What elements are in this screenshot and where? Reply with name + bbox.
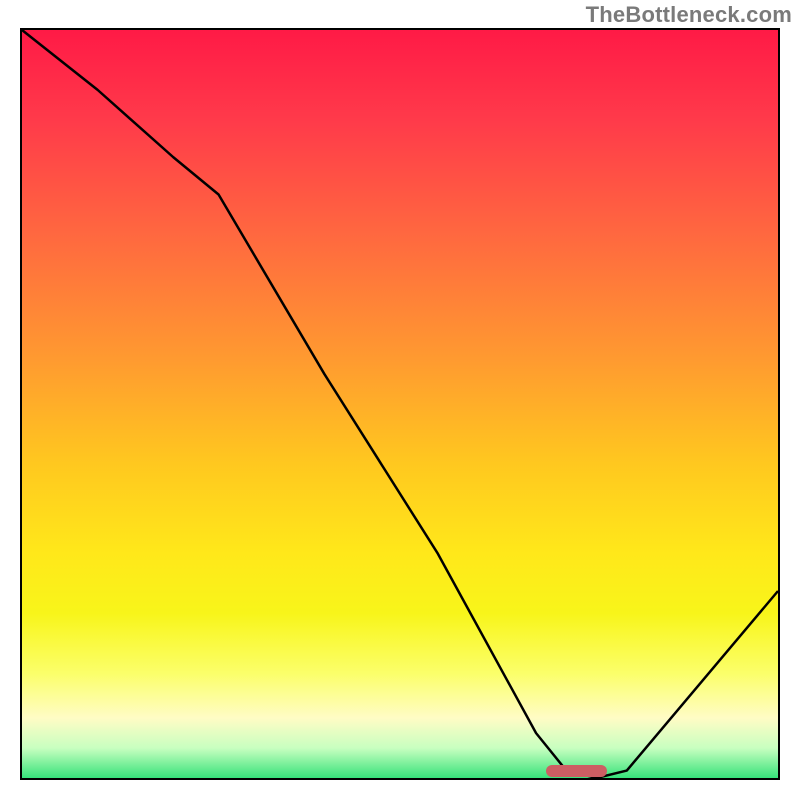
bottleneck-curve	[22, 30, 778, 778]
curve-layer	[22, 30, 778, 778]
chart-frame: TheBottleneck.com	[0, 0, 800, 800]
plot-area	[20, 28, 780, 780]
watermark-text: TheBottleneck.com	[586, 2, 792, 28]
optimum-marker	[546, 765, 607, 777]
